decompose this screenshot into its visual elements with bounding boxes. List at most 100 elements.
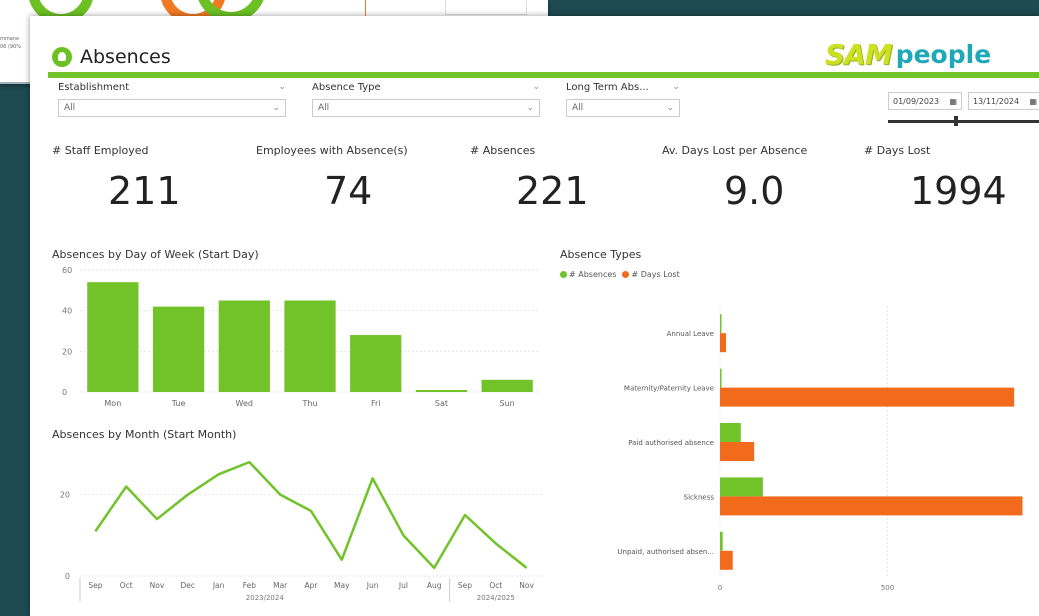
- kpi-label: # Days Lost: [864, 144, 931, 157]
- background-frame: [445, 0, 527, 15]
- absence-types-legend: # Absences # Days Lost: [560, 270, 680, 279]
- legend-days-lost: # Days Lost: [622, 270, 680, 279]
- bar-absences: [720, 314, 722, 334]
- chart-title-day-of-week: Absences by Day of Week (Start Day): [52, 248, 259, 261]
- bar-days-lost: [720, 442, 755, 461]
- background-text-2: 06 (90%: [0, 44, 22, 50]
- kpi-value: 74: [324, 169, 373, 213]
- filter-select[interactable]: All ⌄: [312, 99, 540, 117]
- end-date-value: 13/11/2024: [973, 96, 1020, 106]
- bar-thu: [284, 300, 336, 392]
- x-tick-label: Jul: [398, 581, 408, 590]
- x-tick-label: May: [334, 581, 350, 590]
- y-tick-label: Sickness: [684, 493, 715, 501]
- bar-absences: [720, 477, 763, 497]
- absence-types-bar-chart: 05001000Annual LeaveMaternity/Paternity …: [617, 306, 1023, 592]
- bar-absences: [720, 423, 741, 442]
- y-tick-label: 0: [62, 388, 67, 397]
- x-tick-label: Sep: [88, 581, 102, 590]
- kpi-av-days-lost: Av. Days Lost per Absence 9.0: [662, 144, 807, 213]
- day-of-week-bar-chart: 0 20 40 60 Mon Tue Wed Thu Fri Sat Sun: [62, 266, 540, 408]
- filter-long-term-absence[interactable]: Long Term Abs... ⌄ All ⌄: [566, 82, 680, 117]
- chevron-down-icon[interactable]: ⌄: [672, 82, 680, 93]
- x-tick-label: Sep: [458, 581, 472, 590]
- month-line-chart: 0 20 Sep Oct Nov Dec Jan Feb Mar Apr May Jun Jul Aug S…: [60, 460, 542, 602]
- x-tick-label: 0: [718, 584, 722, 592]
- x-tick-label: Aug: [427, 581, 442, 590]
- filter-value: All: [572, 103, 584, 113]
- kpi-value: 221: [516, 169, 589, 213]
- brand-sam: SAM: [825, 37, 893, 71]
- kpi-value: 211: [108, 169, 181, 213]
- bar-wed: [218, 300, 270, 392]
- kpi-employees-with-absence: Employees with Absence(s) 74: [256, 144, 408, 213]
- chevron-down-icon[interactable]: ⌄: [532, 82, 540, 93]
- date-range: 01/09/2023 ▦ 13/11/2024 ▦: [888, 92, 1039, 110]
- filter-select[interactable]: All ⌄: [566, 99, 680, 117]
- x-tick-label: Oct: [489, 581, 502, 590]
- x-tick-label: 500: [881, 584, 894, 592]
- x-tick-label: Apr: [305, 581, 319, 590]
- kpi-label: Employees with Absence(s): [256, 144, 408, 157]
- legend-absences-label: # Absences: [569, 270, 617, 279]
- y-tick-label: 60: [62, 266, 72, 275]
- kpi-days-lost: # Days Lost 1994: [864, 144, 1007, 213]
- absences-report-page: Absences SAM people Establishment ⌄ All ⌄ …: [30, 16, 1039, 616]
- series-line-absences: [94, 460, 528, 570]
- header-divider: [48, 72, 1039, 78]
- filter-label: Long Term Abs...: [566, 82, 649, 93]
- filter-value: All: [64, 103, 76, 113]
- start-date-value: 01/09/2023: [893, 96, 940, 106]
- chart-title-month: Absences by Month (Start Month): [52, 428, 237, 441]
- y-tick-label: Maternity/Paternity Leave: [624, 385, 714, 393]
- filter-establishment[interactable]: Establishment ⌄ All ⌄: [58, 82, 286, 117]
- kpi-absences: # Absences 221: [470, 144, 589, 213]
- bar-sun: [481, 379, 533, 392]
- kpi-label: # Staff Employed: [52, 144, 149, 157]
- filter-select[interactable]: All ⌄: [58, 99, 286, 117]
- legend-absences: # Absences: [560, 270, 616, 279]
- end-date-input[interactable]: 13/11/2024 ▦: [968, 92, 1039, 110]
- legend-orange-dot-icon: [622, 271, 630, 278]
- x-tick-label: Feb: [243, 581, 257, 590]
- y-tick-label: Unpaid, authorised absen...: [617, 548, 714, 556]
- filter-absence-type[interactable]: Absence Type ⌄ All ⌄: [312, 82, 540, 117]
- bar-days-lost: [720, 387, 1015, 407]
- legend-green-dot-icon: [560, 271, 567, 278]
- page-header: Absences: [52, 44, 171, 70]
- home-logo-icon[interactable]: [52, 47, 72, 67]
- bar-absences: [720, 368, 722, 388]
- x-tick-label: Oct: [120, 581, 133, 590]
- x-tick-label: Wed: [236, 399, 253, 408]
- y-tick-label: Paid authorised absence: [628, 439, 714, 447]
- kpi-staff-employed: # Staff Employed 211: [52, 144, 181, 213]
- chart-title-absence-types: Absence Types: [560, 248, 642, 261]
- filter-value: All: [318, 103, 330, 113]
- x-tick-label: Fri: [371, 399, 381, 408]
- chevron-down-icon: ⌄: [526, 103, 534, 113]
- background-text-1: mmane: [0, 36, 20, 42]
- bar-absences: [720, 531, 723, 551]
- chevron-down-icon[interactable]: ⌄: [278, 82, 286, 93]
- calendar-icon[interactable]: ▦: [1029, 97, 1037, 106]
- kpi-value: 1994: [910, 169, 1007, 213]
- chevron-down-icon: ⌄: [272, 103, 280, 113]
- y-tick-label: 20: [62, 347, 72, 356]
- x-tick-label: Jan: [212, 581, 225, 590]
- x-group-label: 2023/2024: [246, 594, 285, 602]
- x-tick-label: Mon: [104, 399, 121, 408]
- start-date-input[interactable]: 01/09/2023 ▦: [888, 92, 962, 110]
- y-tick-label: 20: [60, 491, 70, 500]
- y-tick-label: Annual Leave: [667, 330, 714, 338]
- filter-label: Establishment: [58, 82, 130, 93]
- legend-days-lost-label: # Days Lost: [631, 270, 680, 279]
- x-group-label: 2024/2025: [477, 594, 515, 602]
- chevron-down-icon: ⌄: [666, 103, 674, 113]
- x-tick-label: Thu: [301, 399, 317, 408]
- x-tick-label: Jun: [366, 581, 379, 590]
- x-tick-label: Mar: [273, 581, 288, 590]
- calendar-icon[interactable]: ▦: [949, 97, 957, 106]
- date-range-slider[interactable]: [888, 116, 1039, 126]
- slider-handle[interactable]: [954, 116, 958, 126]
- y-tick-label: 0: [65, 572, 70, 581]
